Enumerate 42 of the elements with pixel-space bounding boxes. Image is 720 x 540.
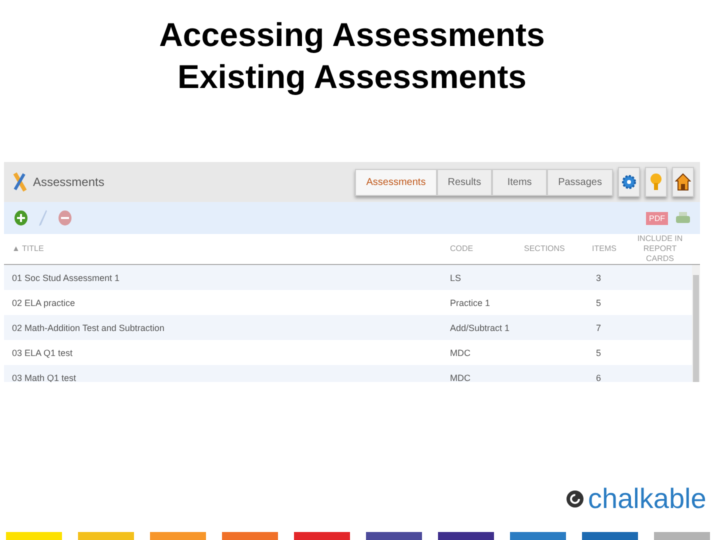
scrollbar[interactable] (692, 265, 700, 382)
table-cell-text: 01 Soc Stud Assessment 1 (11, 272, 121, 282)
column-header[interactable]: INCLUDE IN REPORT CARDS (634, 234, 686, 264)
pdf-button[interactable]: PDF (646, 212, 668, 224)
column-header[interactable]: ▲ TITLE (4, 244, 450, 254)
home-button[interactable] (672, 167, 694, 197)
printer-icon[interactable] (676, 211, 690, 225)
logo-icon (566, 490, 584, 508)
tab[interactable]: Results (436, 168, 492, 196)
pencil-ruler-icon (12, 172, 28, 192)
app-title: Assessments (33, 175, 104, 189)
table-cell-text: 03 ELA Q1 test (11, 348, 74, 358)
table-cell-text: 02 Math-Addition Test and Subtraction (11, 322, 166, 332)
help-button[interactable] (645, 167, 667, 197)
house-icon (675, 173, 691, 191)
table-cell-text: MDC (450, 372, 472, 382)
column-header[interactable]: ITEMS (592, 244, 634, 254)
table-cell-text: 03 Math Q1 test (11, 372, 78, 382)
table-cell-text: 5 (595, 348, 602, 358)
table-cell-text: 3 (595, 272, 602, 282)
gear-icon (622, 174, 636, 190)
settings-button[interactable] (618, 167, 640, 197)
tab[interactable]: Items (492, 168, 548, 196)
edit-icon[interactable] (38, 209, 48, 227)
table-cell-text: MDC (450, 348, 472, 358)
tab[interactable]: Assessments (355, 168, 437, 196)
delete-icon[interactable] (58, 210, 72, 226)
logo-text: chalkable (588, 484, 706, 514)
table-cell-text: 5 (595, 298, 602, 308)
add-icon[interactable] (14, 210, 28, 226)
table-cell-text: 6 (595, 372, 602, 382)
column-header[interactable]: CODE (450, 244, 524, 254)
table-cell-text: 7 (595, 322, 602, 332)
table-cell-text: Add/Subtract 1 (450, 322, 511, 332)
slide-title: Existing Assessments (177, 57, 527, 97)
table-cell-text: 02 ELA practice (11, 298, 76, 308)
table-cell-text: Practice 1 (450, 298, 492, 308)
column-header[interactable]: SECTIONS (524, 244, 592, 254)
tab[interactable]: Passages (547, 168, 613, 196)
lightbulb-icon (650, 173, 662, 191)
table-cell-text: LS (450, 272, 462, 282)
slide-title: Accessing Assessments (159, 15, 545, 55)
